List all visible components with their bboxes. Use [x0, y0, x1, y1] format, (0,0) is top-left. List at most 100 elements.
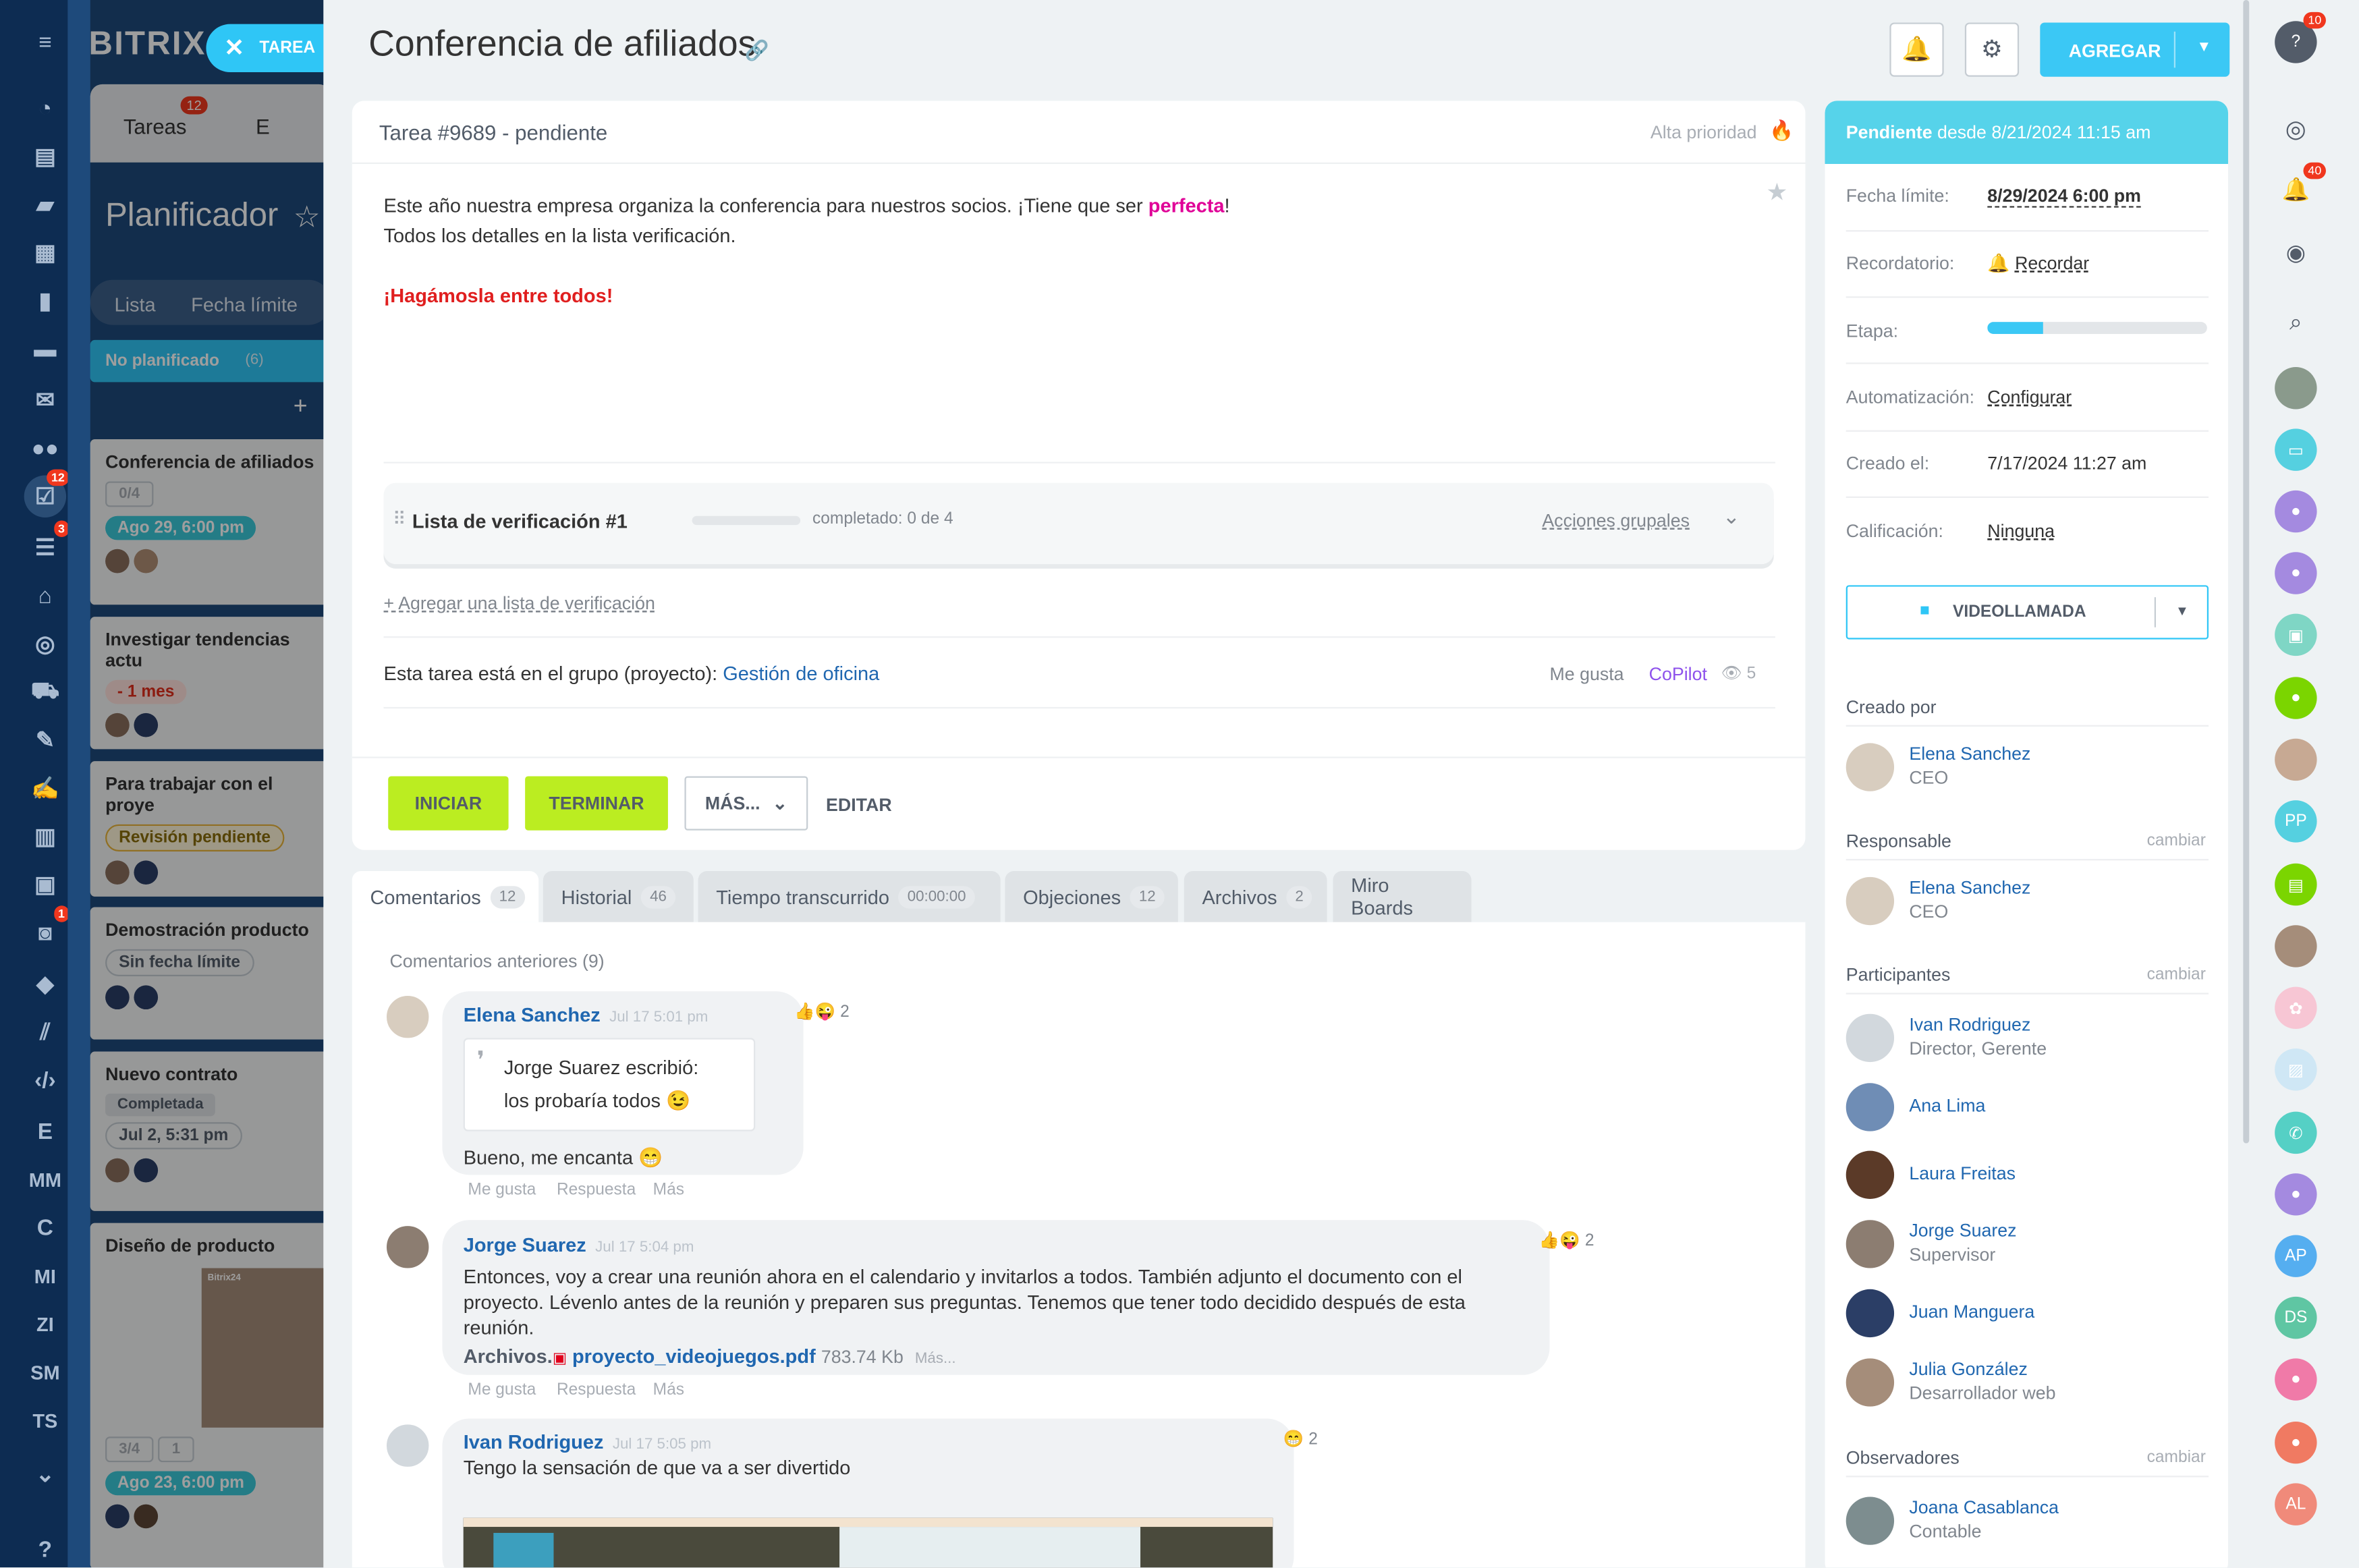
- participant[interactable]: Ivan Rodriguez Director, Gerente: [1845, 1011, 2207, 1065]
- edit-button[interactable]: EDITAR: [826, 794, 892, 815]
- robot-icon[interactable]: ◙ 1: [24, 905, 70, 953]
- code-icon[interactable]: ‹/›: [24, 1059, 66, 1101]
- avatar[interactable]: [383, 1223, 432, 1272]
- chevron-down-icon[interactable]: ⌄: [24, 1453, 66, 1495]
- person-name[interactable]: Juan Manguera: [1909, 1301, 2034, 1322]
- change-observers[interactable]: cambiar: [2147, 1449, 2206, 1467]
- nav-letter-ts[interactable]: TS: [24, 1399, 66, 1441]
- contact-center-icon[interactable]: ▣: [24, 864, 66, 905]
- settings-button[interactable]: ⚙: [1964, 22, 2020, 77]
- calendar-icon[interactable]: ▦: [24, 231, 66, 273]
- observer[interactable]: Joana Casablanca Contable: [1845, 1494, 2207, 1548]
- participant[interactable]: Juan Manguera: [1845, 1286, 2207, 1340]
- initials-ap[interactable]: AP: [2275, 1235, 2317, 1277]
- tab-history[interactable]: Historial 46: [543, 870, 694, 922]
- cart-icon[interactable]: ⛟: [24, 671, 66, 712]
- tab-comments[interactable]: Comentarios 12: [352, 870, 539, 922]
- crm-filter-icon[interactable]: ☰ 3: [24, 520, 70, 568]
- nav-letter-sm[interactable]: SM: [24, 1351, 66, 1393]
- avatar[interactable]: [2275, 738, 2317, 781]
- tab-files[interactable]: Archivos 2: [1184, 870, 1327, 922]
- mail-icon[interactable]: ✉: [24, 379, 66, 421]
- search-icon[interactable]: ⌕: [2275, 301, 2316, 343]
- feed-icon[interactable]: ▤: [24, 136, 66, 177]
- groups-icon[interactable]: ●●: [24, 427, 66, 469]
- tab-miro[interactable]: Miro Boards: [1333, 870, 1472, 922]
- drive-icon[interactable]: ▬: [24, 328, 66, 370]
- reactions[interactable]: 😁 2: [1283, 1429, 1318, 1449]
- automation-link[interactable]: Configurar: [1987, 387, 2072, 408]
- comment-like[interactable]: Me gusta: [468, 1181, 536, 1199]
- nav-letter-zi[interactable]: ZI: [24, 1303, 66, 1345]
- bell-icon[interactable]: 🔔 40: [2275, 162, 2326, 211]
- link-icon[interactable]: 🔗: [745, 39, 769, 63]
- help-icon[interactable]: ?: [24, 1528, 66, 1567]
- comment-more[interactable]: Más: [653, 1181, 684, 1199]
- copilot-icon[interactable]: ◎: [2275, 109, 2316, 150]
- participant[interactable]: Jorge Suarez Supervisor: [1845, 1217, 2207, 1271]
- person-name[interactable]: Julia González: [1909, 1358, 2028, 1379]
- person-name[interactable]: Joana Casablanca: [1909, 1496, 2059, 1517]
- change-participants[interactable]: cambiar: [2147, 965, 2206, 984]
- sign-icon[interactable]: ✎: [24, 719, 66, 761]
- comment-author[interactable]: Elena Sanchez: [464, 1003, 601, 1026]
- file-more[interactable]: Más...: [915, 1351, 956, 1368]
- scrollbar[interactable]: [2243, 0, 2250, 1144]
- chevron-down-icon[interactable]: ▼: [2196, 39, 2211, 56]
- fire-icon[interactable]: 🔥: [1769, 119, 1794, 143]
- priority-label[interactable]: Alta prioridad: [1650, 122, 1757, 143]
- avatar[interactable]: [2275, 925, 2317, 968]
- avatar[interactable]: [383, 1421, 432, 1470]
- tasks-icon[interactable]: ☑ 12: [24, 469, 70, 517]
- tab-time[interactable]: Tiempo transcurrido 00:00:00: [698, 870, 1001, 922]
- help-icon[interactable]: ? 10: [2275, 11, 2326, 63]
- group-icon[interactable]: ●: [2275, 1421, 2317, 1464]
- widgets-icon[interactable]: ◔: [24, 87, 66, 129]
- comment-reply[interactable]: Respuesta: [557, 1381, 636, 1399]
- creator[interactable]: Elena Sanchez CEO: [1845, 740, 2207, 794]
- close-slider-button[interactable]: ✕ TAREA: [206, 24, 327, 73]
- group-link[interactable]: Gestión de oficina: [723, 662, 879, 684]
- person-name[interactable]: Ivan Rodriguez: [1909, 1014, 2030, 1035]
- analytics-icon[interactable]: ▥: [24, 815, 66, 857]
- reactions[interactable]: 👍😜 2: [1539, 1231, 1594, 1250]
- image-icon[interactable]: ▨: [2275, 1048, 2317, 1091]
- docs-icon[interactable]: ▮: [24, 280, 66, 322]
- more-button[interactable]: MÁS... ⌄: [684, 776, 808, 831]
- finish-button[interactable]: TERMINAR: [525, 776, 668, 831]
- signature-icon[interactable]: ✍: [24, 767, 66, 809]
- nav-letter-e[interactable]: E: [24, 1110, 66, 1152]
- person-name[interactable]: Jorge Suarez: [1909, 1220, 2016, 1241]
- older-comments-link[interactable]: Comentarios anteriores (9): [389, 951, 604, 972]
- star-icon[interactable]: ★: [1767, 177, 1788, 208]
- nav-letter-mm[interactable]: MM: [24, 1158, 66, 1200]
- initials-al[interactable]: AL: [2275, 1483, 2317, 1525]
- rating-value[interactable]: Ninguna: [1987, 520, 2055, 541]
- comment-image[interactable]: [463, 1517, 1273, 1568]
- comment-author[interactable]: Ivan Rodriguez: [464, 1430, 604, 1453]
- person-name[interactable]: Ana Lima: [1909, 1095, 1985, 1116]
- nav-letter-mi[interactable]: MI: [24, 1254, 66, 1296]
- like-link[interactable]: Me gusta: [1549, 663, 1623, 684]
- participant[interactable]: Laura Freitas: [1845, 1148, 2207, 1202]
- checklist-title[interactable]: Lista de verificación #1: [412, 510, 628, 532]
- person-name[interactable]: Elena Sanchez: [1909, 877, 2030, 898]
- videocall-button[interactable]: ■ VIDEOLLAMADA ▼: [1845, 585, 2209, 640]
- flower-icon[interactable]: ✿: [2275, 986, 2317, 1030]
- comment-like[interactable]: Me gusta: [468, 1381, 536, 1399]
- group-actions-link[interactable]: Acciones grupales: [1542, 510, 1690, 531]
- initials-ds[interactable]: DS: [2275, 1296, 2317, 1339]
- person-name[interactable]: Elena Sanchez: [1909, 743, 2030, 764]
- responsible[interactable]: Elena Sanchez CEO: [1845, 874, 2207, 928]
- chat-icon[interactable]: ◉: [2275, 231, 2316, 273]
- change-responsible[interactable]: cambiar: [2147, 832, 2206, 850]
- drag-handle-icon[interactable]: ⠿: [393, 509, 406, 530]
- nav-letter-c[interactable]: C: [24, 1206, 66, 1248]
- box-icon[interactable]: ◆: [24, 963, 66, 1005]
- bell-button[interactable]: 🔔: [1889, 22, 1944, 77]
- initials-pp[interactable]: PP: [2275, 800, 2317, 843]
- chat-icon[interactable]: ▰: [24, 184, 66, 225]
- start-button[interactable]: INICIAR: [388, 776, 509, 831]
- participant[interactable]: Julia González Desarrollador web: [1845, 1355, 2207, 1409]
- group-icon[interactable]: ●: [2275, 1173, 2317, 1216]
